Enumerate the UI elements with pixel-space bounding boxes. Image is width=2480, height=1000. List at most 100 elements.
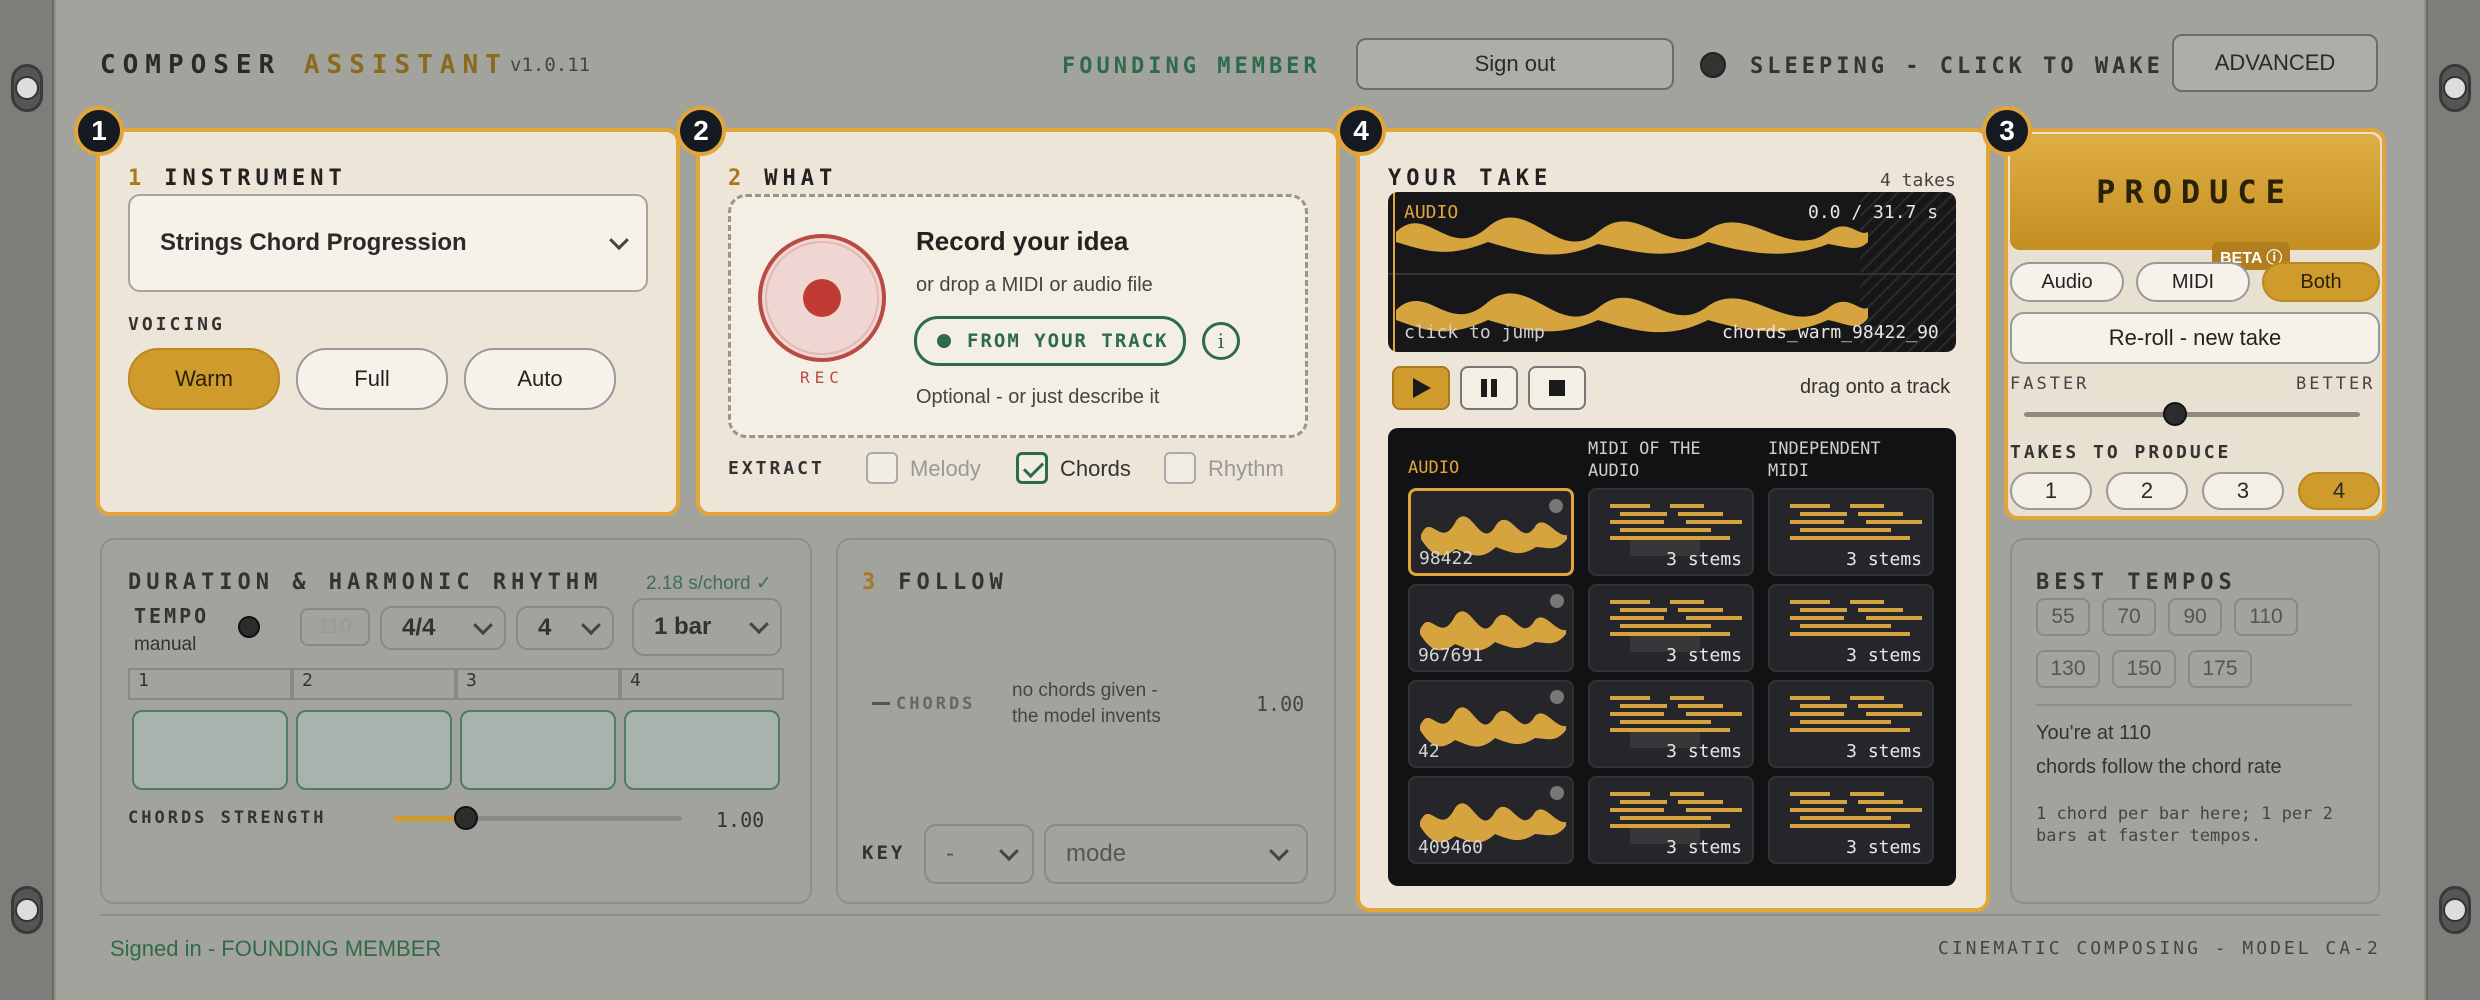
chords-strength-knob[interactable]	[454, 806, 478, 830]
beats-value: 4	[538, 614, 552, 641]
take-midi-audio-cell[interactable]: 3 stems	[1588, 680, 1754, 768]
takes-option-1[interactable]: 1	[2010, 472, 2092, 510]
chords-dash-icon	[872, 702, 890, 705]
advanced-button[interactable]: ADVANCED	[2172, 34, 2378, 92]
chord-slot-4[interactable]	[624, 710, 780, 790]
chord-rate: 2.18 s/chord ✓	[646, 573, 772, 594]
format-midi[interactable]: MIDI	[2136, 262, 2250, 302]
take-status-dot-icon	[1550, 594, 1564, 608]
beats-select[interactable]: 4	[516, 606, 614, 650]
step-number: 3	[862, 570, 881, 595]
melody-checkbox[interactable]	[866, 452, 898, 484]
rhythm-checkbox[interactable]	[1164, 452, 1196, 484]
tempo-option-110[interactable]: 110	[2234, 598, 2298, 636]
brand-name-accent: ASSISTANT	[303, 50, 508, 80]
step-badge-3: 3	[1982, 106, 2032, 156]
format-audio[interactable]: Audio	[2010, 262, 2124, 302]
click-to-jump-hint: click to jump	[1404, 322, 1545, 343]
take-audio-cell[interactable]: 98422	[1408, 488, 1574, 576]
produce-button[interactable]: PRODUCE	[2010, 134, 2380, 250]
chevron-down-icon	[1269, 841, 1289, 862]
section-title: INSTRUMENT	[164, 166, 347, 191]
best-tempos-title: BEST TEMPOS	[2036, 570, 2237, 595]
take-audio-cell[interactable]: 409460	[1408, 776, 1574, 864]
take-midi-audio-cell[interactable]: 3 stems	[1588, 584, 1754, 672]
record-icon	[803, 279, 841, 317]
take-independent-midi-cell[interactable]: 3 stems	[1768, 680, 1934, 768]
take-independent-midi-cell[interactable]: 3 stems	[1768, 488, 1934, 576]
take-midi-audio-cell[interactable]: 3 stems	[1588, 488, 1754, 576]
chord-length-select[interactable]: 1 bar	[632, 598, 782, 656]
instrument-selected-value: Strings Chord Progression	[160, 229, 467, 256]
take-independent-midi-cell[interactable]: 3 stems	[1768, 584, 1934, 672]
take-audio-cell[interactable]: 967691	[1408, 584, 1574, 672]
status-led-icon	[1700, 52, 1726, 78]
voicing-full[interactable]: Full	[296, 348, 448, 410]
voicing-auto[interactable]: Auto	[464, 348, 616, 410]
time-signature-value: 4/4	[402, 614, 436, 641]
tempo-input[interactable]: 110	[300, 608, 370, 646]
waveform-player[interactable]: AUDIO 0.0 / 31.7 s click to jump chords_…	[1388, 192, 1956, 352]
takes-option-2[interactable]: 2	[2106, 472, 2188, 510]
rec-label: REC	[800, 368, 844, 387]
play-icon	[1413, 378, 1431, 398]
chords-checkbox[interactable]	[1016, 452, 1048, 484]
chevron-down-icon	[473, 615, 493, 636]
mode-select[interactable]: mode	[1044, 824, 1308, 884]
grid-header-audio: AUDIO	[1408, 458, 1460, 478]
follow-chords-value: 1.00	[1256, 692, 1305, 716]
time-signature-select[interactable]: 4/4	[380, 606, 506, 650]
stems-count: 3 stems	[1666, 741, 1742, 762]
tempo-option-55[interactable]: 55	[2036, 598, 2090, 636]
take-independent-midi-cell[interactable]: 3 stems	[1768, 776, 1934, 864]
instrument-select[interactable]: Strings Chord Progression	[128, 194, 648, 292]
tempo-option-175[interactable]: 175	[2188, 650, 2252, 688]
take-audio-cell[interactable]: 42	[1408, 680, 1574, 768]
mode-value: mode	[1066, 840, 1127, 867]
stop-button[interactable]	[1528, 366, 1586, 410]
chord-slot-3[interactable]	[460, 710, 616, 790]
take-id: 98422	[1419, 548, 1474, 569]
screw-icon	[2439, 886, 2471, 934]
speed-quality-knob[interactable]	[2163, 402, 2188, 426]
take-filename: chords_warm_98422_90	[1722, 322, 1939, 343]
tempo-note-2: bars at faster tempos.	[2036, 826, 2262, 846]
from-your-track-button[interactable]: FROM YOUR TRACK	[914, 316, 1186, 366]
info-icon[interactable]: i	[1202, 322, 1240, 360]
play-button[interactable]	[1392, 366, 1450, 410]
pause-button[interactable]	[1460, 366, 1518, 410]
take-midi-audio-cell[interactable]: 3 stems	[1588, 776, 1754, 864]
takes-option-3[interactable]: 3	[2202, 472, 2284, 510]
stems-count: 3 stems	[1846, 837, 1922, 858]
melody-checkbox-label: Melody	[910, 456, 981, 481]
sign-out-button[interactable]: Sign out	[1356, 38, 1674, 90]
record-button[interactable]	[758, 234, 886, 362]
tempo-option-70[interactable]: 70	[2102, 598, 2156, 636]
tempo-option-90[interactable]: 90	[2168, 598, 2222, 636]
takes-option-4[interactable]: 4	[2298, 472, 2380, 510]
chevron-down-icon	[581, 615, 601, 636]
chord-slot-1[interactable]	[132, 710, 288, 790]
chord-slot-2[interactable]	[296, 710, 452, 790]
wake-status-button[interactable]: SLEEPING - CLICK TO WAKE	[1750, 54, 2164, 79]
chords-strength-label: CHORDS STRENGTH	[128, 808, 327, 828]
key-select[interactable]: -	[924, 824, 1034, 884]
take-status-dot-icon	[1549, 499, 1563, 513]
membership-label: FOUNDING MEMBER	[1062, 54, 1321, 79]
tempo-option-150[interactable]: 150	[2112, 650, 2176, 688]
take-status-dot-icon	[1550, 786, 1564, 800]
tempo-option-130[interactable]: 130	[2036, 650, 2100, 688]
app-title: COMPOSER ASSISTANT	[100, 50, 508, 80]
bar-ruler-3: 3	[456, 668, 620, 700]
speed-quality-slider[interactable]	[2024, 412, 2360, 417]
stems-count: 3 stems	[1846, 741, 1922, 762]
format-both[interactable]: Both	[2262, 262, 2380, 302]
record-heading: Record your idea	[916, 226, 1129, 256]
instrument-title: 1 INSTRUMENT	[128, 166, 347, 191]
tempo-mode: manual	[134, 634, 197, 655]
tempo-toggle[interactable]	[238, 616, 260, 638]
step-badge-4: 4	[1336, 106, 1386, 156]
reroll-button[interactable]: Re-roll - new take	[2010, 312, 2380, 364]
screw-icon	[11, 64, 43, 112]
voicing-warm[interactable]: Warm	[128, 348, 280, 410]
